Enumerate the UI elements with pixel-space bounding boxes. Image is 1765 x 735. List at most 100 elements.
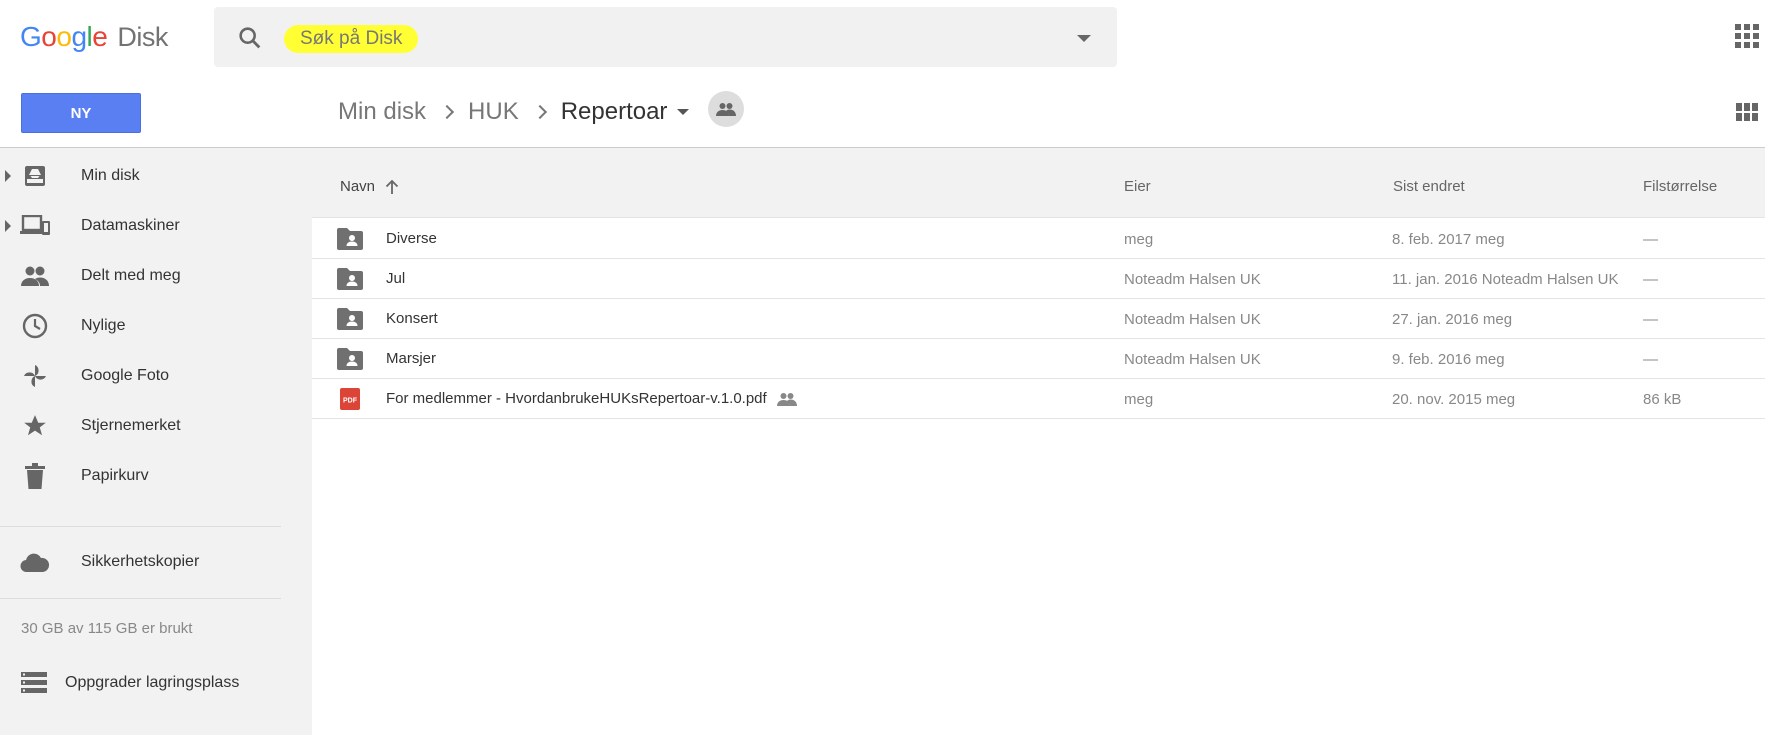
breadcrumb-current-folder[interactable]: Repertoar [561, 98, 668, 126]
file-owner: Noteadm Halsen UK [1124, 351, 1261, 368]
sidebar-item-label: Datamaskiner [81, 217, 180, 234]
shared-folder-icon [337, 228, 363, 250]
file-modified: 8. feb. 2017 meg [1392, 231, 1505, 248]
search-input[interactable]: Søk på Disk [284, 25, 419, 53]
folder-menu-chevron-down-icon[interactable] [677, 109, 690, 115]
shared-folder-people-icon[interactable] [708, 91, 744, 127]
file-name-text: Jul [386, 270, 406, 287]
sidebar-item-label: Nylige [81, 317, 126, 334]
table-row[interactable]: PDF For medlemmer - HvordanbrukeHUKsRepe… [312, 379, 1765, 419]
file-name-text: Diverse [386, 230, 437, 247]
pdf-file-icon: PDF [340, 388, 360, 410]
file-modified: 27. jan. 2016 meg [1392, 311, 1513, 328]
photos-icon [20, 361, 50, 391]
file-size: — [1643, 271, 1658, 288]
shared-folder-icon [337, 268, 363, 290]
table-row[interactable]: Jul Noteadm Halsen UK 11. jan. 2016 Note… [312, 259, 1765, 299]
sidebar-item-delt-med-meg[interactable]: Delt med meg [0, 251, 312, 301]
table-row[interactable]: Marsjer Noteadm Halsen UK 9. feb. 2016 m… [312, 339, 1765, 379]
svg-text:PDF: PDF [343, 398, 358, 405]
upgrade-storage-button[interactable]: Oppgrader lagringsplass [0, 663, 281, 703]
computers-icon [20, 211, 50, 241]
shared-folder-icon [337, 348, 363, 370]
apps-grid-icon[interactable] [1735, 24, 1759, 48]
file-name: Diverse [386, 230, 437, 247]
top-bar: Google Disk Søk på Disk [0, 0, 1765, 74]
sidebar-item-sikkerhetskopier[interactable]: Sikkerhetskopier [0, 537, 312, 587]
file-modified: 11. jan. 2016 Noteadm Halsen UK [1392, 271, 1619, 288]
shared-folder-icon [337, 308, 363, 330]
search-options-chevron-down-icon[interactable] [1077, 35, 1091, 42]
file-owner: meg [1124, 391, 1154, 408]
file-name-text: Konsert [386, 310, 438, 327]
file-owner: Noteadm Halsen UK [1124, 311, 1261, 328]
shared-people-icon [776, 392, 797, 406]
breadcrumb: Min disk HUK Repertoar [338, 94, 690, 130]
google-disk-logo[interactable]: Google Disk [20, 20, 168, 54]
file-list-header: Navn Eier Sist endret Filstørrelse [312, 148, 1765, 218]
logo-letter: g [71, 21, 87, 52]
file-name-text: Marsjer [386, 350, 437, 367]
sidebar-item-papirkurv[interactable]: Papirkurv [0, 451, 312, 501]
search-icon[interactable] [236, 24, 264, 52]
sidebar-item-label: Sikkerhetskopier [81, 553, 200, 570]
star-icon [20, 411, 50, 441]
search-box[interactable]: Søk på Disk [214, 7, 1117, 67]
file-name: For medlemmer - HvordanbrukeHUKsRepertoa… [386, 390, 797, 407]
file-size: — [1643, 311, 1658, 328]
sidebar-item-label: Delt med meg [81, 267, 181, 284]
table-row[interactable]: Diverse meg 8. feb. 2017 meg — [312, 219, 1765, 259]
sidebar-item-label: Papirkurv [81, 467, 149, 484]
column-header-owner[interactable]: Eier [1124, 178, 1151, 195]
file-owner: meg [1124, 231, 1154, 248]
cloud-icon [20, 547, 50, 577]
column-header-modified[interactable]: Sist endret [1393, 178, 1465, 195]
action-bar: NY Min disk HUK Repertoar [0, 74, 1765, 148]
people-icon [20, 261, 50, 291]
column-header-size[interactable]: Filstørrelse [1643, 178, 1717, 195]
clock-icon [20, 311, 50, 341]
product-name: Disk [117, 21, 168, 52]
breadcrumb-item-min-disk[interactable]: Min disk [338, 98, 426, 126]
sidebar-item-google-foto[interactable]: Google Foto [0, 351, 312, 401]
sidebar-item-stjernemerket[interactable]: Stjernemerket [0, 401, 312, 451]
sidebar-item-label: Min disk [81, 167, 140, 184]
trash-icon [20, 461, 50, 491]
column-header-label: Navn [340, 178, 376, 195]
file-size: — [1643, 351, 1658, 368]
file-size: — [1643, 231, 1658, 248]
divider [0, 526, 281, 527]
table-row[interactable]: Konsert Noteadm Halsen UK 27. jan. 2016 … [312, 299, 1765, 339]
divider [0, 598, 281, 599]
expand-arrow-icon[interactable] [5, 170, 11, 182]
file-modified: 20. nov. 2015 meg [1392, 391, 1516, 408]
file-name: Marsjer [386, 350, 436, 367]
file-name: Jul [386, 270, 405, 287]
sort-ascending-arrow-icon[interactable] [385, 179, 399, 194]
logo-letter: e [92, 21, 108, 52]
drive-icon [20, 161, 50, 191]
sidebar-item-label: Stjernemerket [81, 417, 181, 434]
sidebar-item-datamaskiner[interactable]: Datamaskiner [0, 201, 312, 251]
file-size: 86 kB [1643, 391, 1682, 408]
logo-letter: G [20, 21, 42, 52]
sidebar-item-label: Google Foto [81, 367, 170, 384]
column-header-name[interactable]: Navn [340, 178, 399, 195]
file-modified: 9. feb. 2016 meg [1392, 351, 1505, 368]
grid-view-icon[interactable] [1736, 103, 1758, 121]
breadcrumb-separator-chevron-right-icon [532, 104, 547, 120]
sidebar: Min disk Datamaskiner Delt med meg Nylig… [0, 148, 312, 735]
expand-arrow-icon[interactable] [5, 220, 11, 232]
storage-icon [21, 669, 49, 697]
breadcrumb-item-huk[interactable]: HUK [468, 98, 519, 126]
new-button[interactable]: NY [21, 93, 141, 133]
logo-letter: o [41, 21, 57, 52]
sidebar-item-min-disk[interactable]: Min disk [0, 151, 312, 201]
file-name-text: For medlemmer - HvordanbrukeHUKsRepertoa… [386, 390, 767, 407]
file-list: Navn Eier Sist endret Filstørrelse Diver… [312, 148, 1765, 735]
breadcrumb-separator-chevron-right-icon [439, 104, 455, 120]
sidebar-item-nylige[interactable]: Nylige [0, 301, 312, 351]
file-name: Konsert [386, 310, 438, 327]
upgrade-storage-label: Oppgrader lagringsplass [65, 674, 240, 691]
file-owner: Noteadm Halsen UK [1124, 271, 1261, 288]
